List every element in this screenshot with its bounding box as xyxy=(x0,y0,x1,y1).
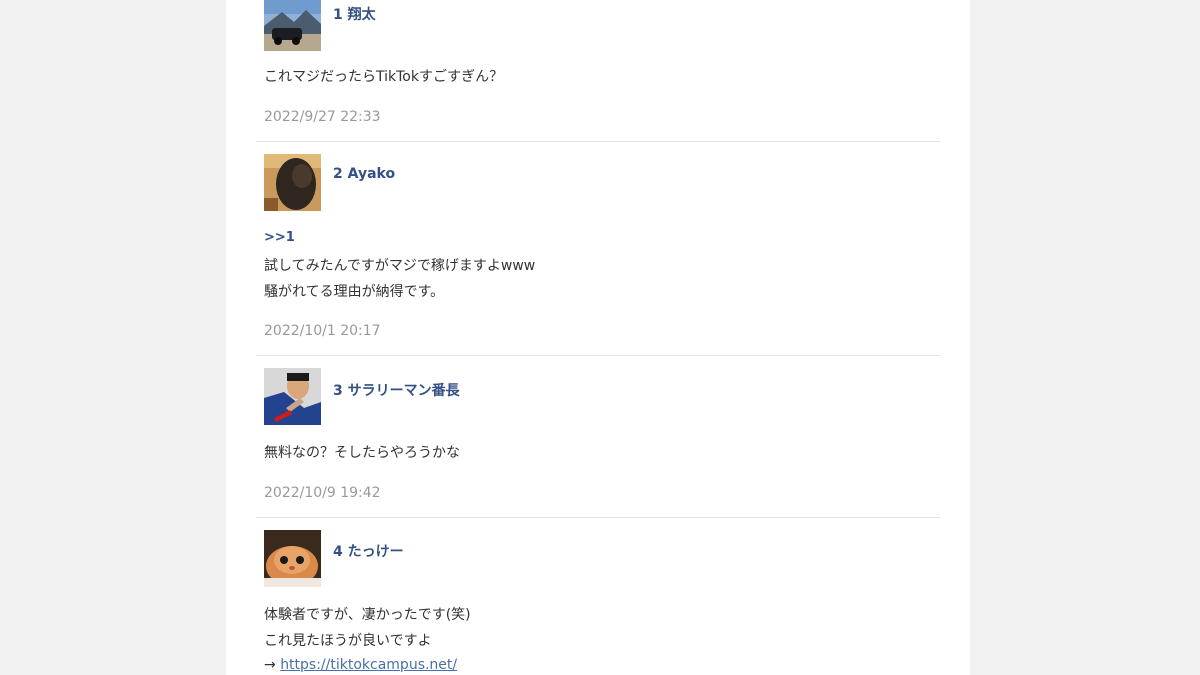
comment-text: これマジだったらTikTokすごすぎん？ xyxy=(264,69,504,85)
comment-number: 2 xyxy=(333,166,343,182)
comment-date: 2022/10/9 19:42 xyxy=(264,485,381,501)
comment-link-line: → https://tiktokcampus.net/ xyxy=(264,657,457,673)
comment-date: 2022/10/1 20:17 xyxy=(264,323,381,339)
comment-number: 3 xyxy=(333,383,343,399)
avatar-salaryman-illustration-icon xyxy=(264,368,321,425)
divider xyxy=(256,355,940,356)
avatar[interactable] xyxy=(264,368,321,425)
avatar[interactable] xyxy=(264,0,321,51)
commenter-name[interactable]: 3 サラリーマン番長 xyxy=(333,380,460,400)
commenter-name-text: たっけー xyxy=(347,544,404,560)
avatar-hair-photo-icon xyxy=(264,154,321,211)
avatar[interactable] xyxy=(264,530,321,587)
comment-date: 2022/9/27 22:33 xyxy=(264,109,381,125)
commenter-name[interactable]: 2 Ayako xyxy=(333,166,395,182)
reply-anchor-link[interactable]: >>1 xyxy=(264,230,295,245)
comment-text: 無料なの？そしたらやろうかな xyxy=(264,445,460,461)
arrow-icon: → xyxy=(264,657,276,673)
commenter-name-text: サラリーマン番長 xyxy=(347,383,460,399)
commenter-name-text: 翔太 xyxy=(347,7,376,23)
external-link[interactable]: https://tiktokcampus.net/ xyxy=(280,657,457,673)
commenter-name[interactable]: 4 たっけー xyxy=(333,541,404,561)
divider xyxy=(256,141,940,142)
avatar-car-photo-icon xyxy=(264,0,321,51)
comment-text: 試してみたんですがマジで稼げますよwww xyxy=(264,258,536,274)
comment-text: 騒がれてる理由が納得です。 xyxy=(264,284,445,300)
comment-text: 体験者ですが、凄かったです(笑) xyxy=(264,607,471,623)
comment-thread: 1 翔太 これマジだったらTikTokすごすぎん？ 2022/9/27 22:3… xyxy=(226,0,970,675)
avatar[interactable] xyxy=(264,154,321,211)
comment-text: これ見たほうが良いですよ xyxy=(264,633,432,649)
commenter-name[interactable]: 1 翔太 xyxy=(333,4,376,24)
comment-number: 4 xyxy=(333,544,343,560)
comment-number: 1 xyxy=(333,7,343,23)
divider xyxy=(256,517,940,518)
avatar-cat-photo-icon xyxy=(264,530,321,587)
commenter-name-text: Ayako xyxy=(347,166,396,182)
